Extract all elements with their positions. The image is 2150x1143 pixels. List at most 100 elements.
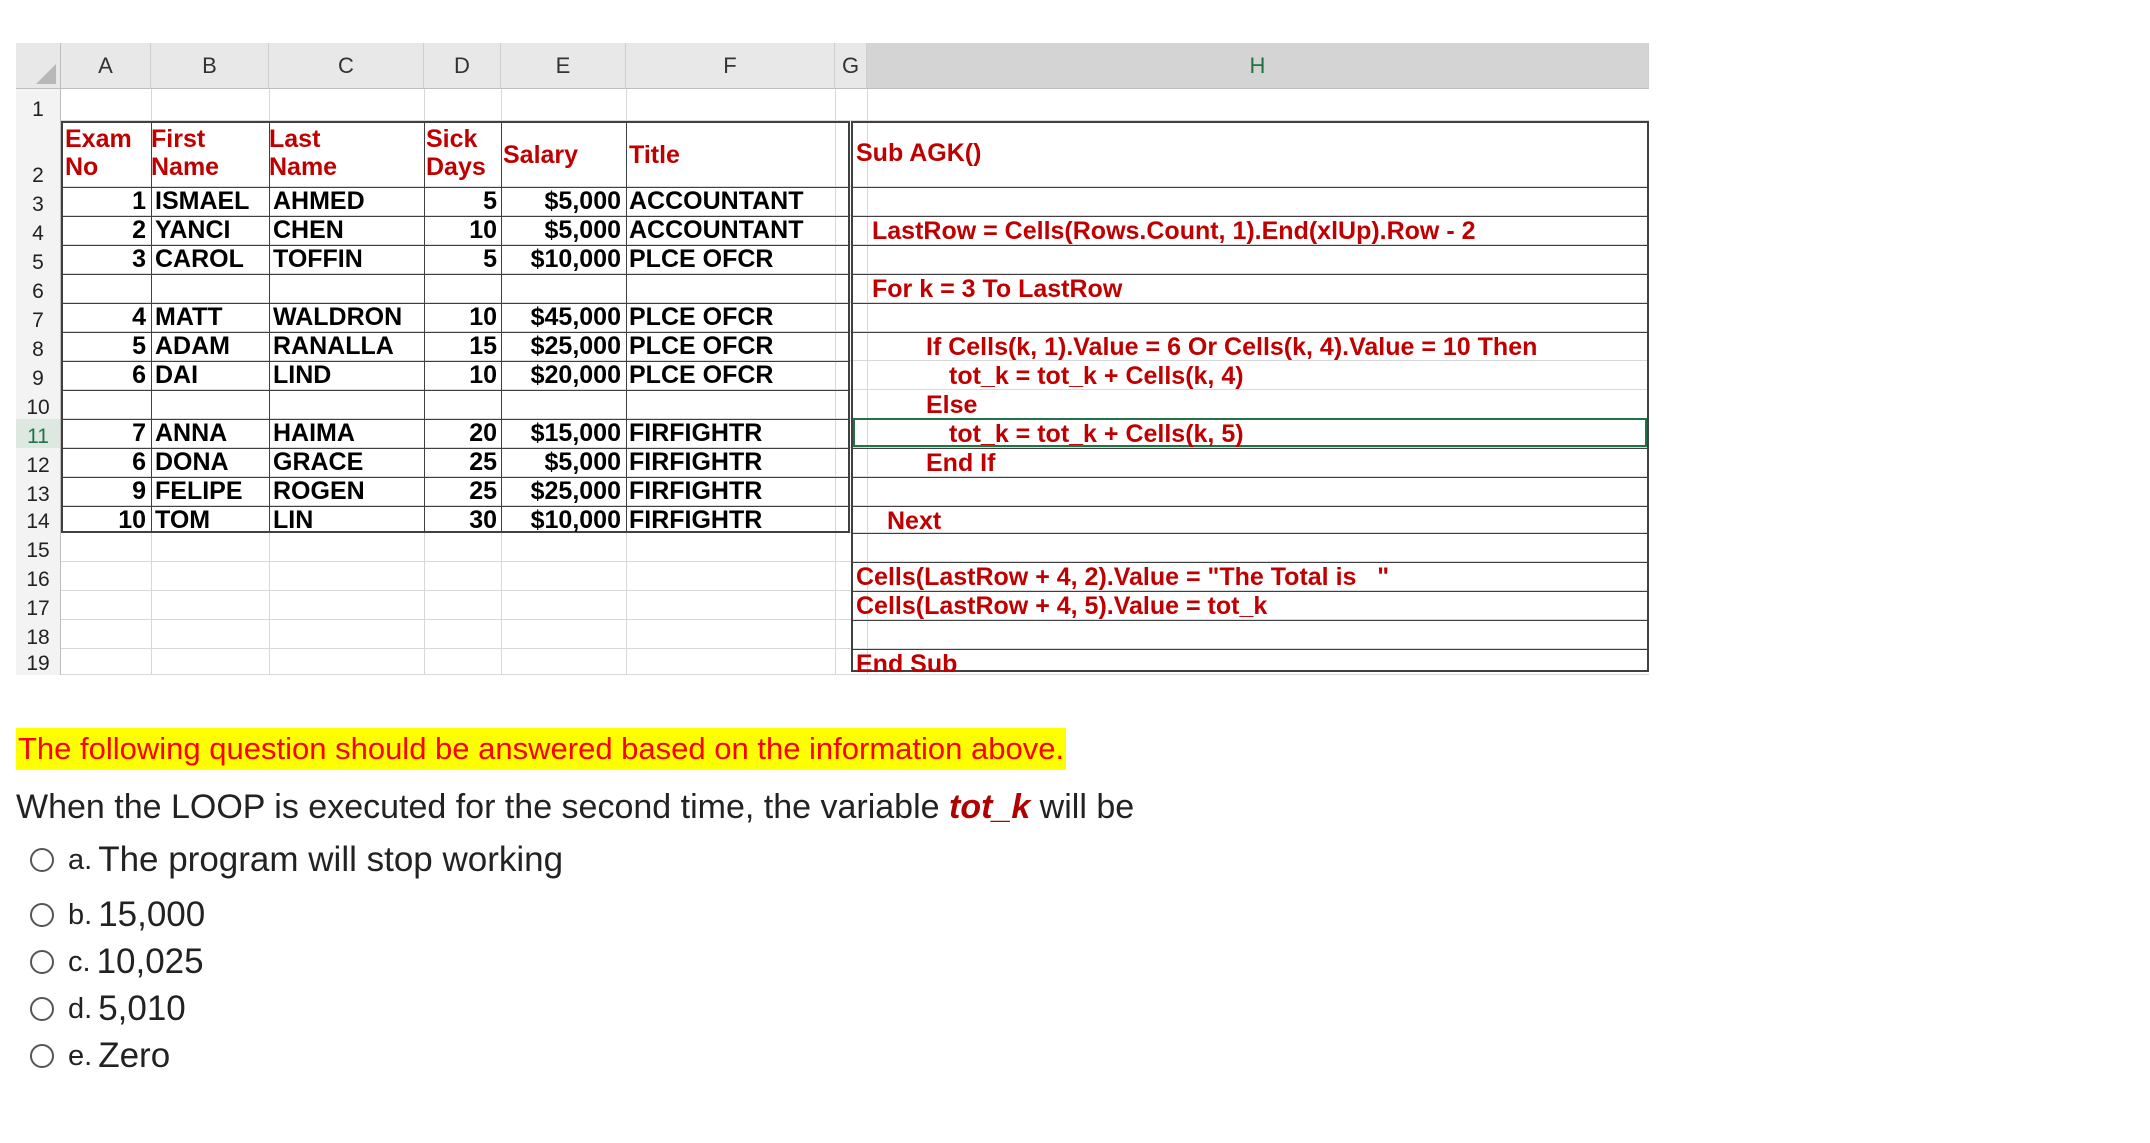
cell-first-name: DONA <box>155 448 229 476</box>
table-col-line <box>151 121 152 533</box>
row-header-2[interactable]: 2 <box>16 121 61 187</box>
cell-salary: $25,000 <box>530 477 621 505</box>
code-row-line <box>851 303 1649 304</box>
cell-sick-days: 10 <box>469 303 497 331</box>
cell-exam-no: 6 <box>132 448 146 476</box>
column-header-c[interactable]: C <box>269 43 424 89</box>
row-header-10[interactable]: 10 <box>16 390 61 419</box>
column-header-a[interactable]: A <box>61 43 151 89</box>
radio-button-e[interactable] <box>30 1044 54 1068</box>
table-col-line <box>626 121 627 533</box>
cell-salary: $25,000 <box>530 332 621 360</box>
cell-exam-no: 6 <box>132 361 146 389</box>
cell-salary: $10,000 <box>530 245 621 273</box>
row-header-15[interactable]: 15 <box>16 533 61 562</box>
row-header-19[interactable]: 19 <box>16 649 61 675</box>
radio-button-d[interactable] <box>30 997 54 1021</box>
radio-button-c[interactable] <box>30 950 54 974</box>
column-header-g[interactable]: G <box>835 43 867 89</box>
option-text: Zero <box>98 1036 171 1075</box>
cell-salary: $10,000 <box>530 506 621 534</box>
cell-sick-days: 20 <box>469 419 497 447</box>
row-header-16[interactable]: 16 <box>16 562 61 591</box>
column-header-e[interactable]: E <box>501 43 626 89</box>
cell-exam-no: 2 <box>132 216 146 244</box>
code-row-line <box>851 533 1649 534</box>
select-all-corner <box>16 43 61 89</box>
cell-title: PLCE OFCR <box>629 361 774 389</box>
table-col-line <box>269 121 270 533</box>
cell-last-name: RANALLA <box>273 332 394 360</box>
option-b[interactable]: b. 15,000 <box>30 893 205 937</box>
cell-sick-days: 25 <box>469 477 497 505</box>
header-first-name: First Name <box>151 125 220 181</box>
code-line: For k = 3 To LastRow <box>872 275 1123 303</box>
cell-salary: $20,000 <box>530 361 621 389</box>
cell-title: PLCE OFCR <box>629 303 774 331</box>
column-header-d[interactable]: D <box>424 43 501 89</box>
option-e[interactable]: e. Zero <box>30 1034 170 1078</box>
row-header-1[interactable]: 1 <box>16 89 61 121</box>
cell-exam-no: 4 <box>132 303 146 331</box>
cell-exam-no: 7 <box>132 419 146 447</box>
code-row-line <box>851 506 1649 507</box>
cell-exam-no: 9 <box>132 477 146 505</box>
option-text: The program will stop working <box>98 840 564 879</box>
cell-first-name: TOM <box>155 506 211 534</box>
cell-last-name: LIN <box>273 506 314 534</box>
cell-title: PLCE OFCR <box>629 245 774 273</box>
header-title: Title <box>629 141 680 169</box>
cell-sick-days: 25 <box>469 448 497 476</box>
code-line: Next <box>887 507 942 535</box>
row-header-17[interactable]: 17 <box>16 591 61 620</box>
column-header-h[interactable]: H <box>867 43 1649 89</box>
option-letter: e. <box>68 1039 93 1072</box>
radio-button-a[interactable] <box>30 848 54 872</box>
row-header-18[interactable]: 18 <box>16 620 61 649</box>
code-line: tot_k = tot_k + Cells(k, 5) <box>949 420 1244 448</box>
cell-title: FIRFIGHTR <box>629 506 763 534</box>
option-letter: a. <box>68 843 93 876</box>
code-row-line <box>851 649 1649 650</box>
cell-last-name: CHEN <box>273 216 344 244</box>
option-d[interactable]: d. 5,010 <box>30 987 186 1031</box>
code-line: If Cells(k, 1).Value = 6 Or Cells(k, 4).… <box>926 333 1538 361</box>
cell-first-name: ADAM <box>155 332 230 360</box>
cell-first-name: CAROL <box>155 245 244 273</box>
table-row-line <box>61 390 850 391</box>
cell-first-name: FELIPE <box>155 477 243 505</box>
cell-title: PLCE OFCR <box>629 332 774 360</box>
cell-last-name: AHMED <box>273 187 365 215</box>
column-header-b[interactable]: B <box>151 43 269 89</box>
option-letter: c. <box>68 945 91 978</box>
option-text: 15,000 <box>98 895 206 934</box>
cell-exam-no: 1 <box>132 187 146 215</box>
option-c[interactable]: c. 10,025 <box>30 940 204 984</box>
cell-first-name: ISMAEL <box>155 187 250 215</box>
cell-sick-days: 5 <box>483 187 497 215</box>
cell-salary: $15,000 <box>530 419 621 447</box>
spreadsheet-screenshot: ABCDEFGH 1 2 3 4 5 6 7 8 9 10 11 12 13 14 15 16 17 18 19 E… <box>16 43 1649 677</box>
cell-title: FIRFIGHTR <box>629 477 763 505</box>
cell-first-name: MATT <box>155 303 223 331</box>
code-line: Sub AGK() <box>856 139 982 167</box>
cell-salary: $5,000 <box>544 448 621 476</box>
radio-button-b[interactable] <box>30 903 54 927</box>
option-text: 5,010 <box>98 989 186 1028</box>
cell-last-name: LIND <box>273 361 332 389</box>
code-row-line <box>851 187 1649 188</box>
cell-sick-days: 10 <box>469 216 497 244</box>
cell-sick-days: 30 <box>469 506 497 534</box>
code-line: Cells(LastRow + 4, 5).Value = tot_k <box>856 592 1268 620</box>
cell-sick-days: 10 <box>469 361 497 389</box>
row-header-6[interactable]: 6 <box>16 274 61 303</box>
code-line: tot_k = tot_k + Cells(k, 4) <box>949 362 1244 390</box>
column-header-f[interactable]: F <box>626 43 835 89</box>
option-a[interactable]: a. The program will stop working <box>30 838 563 882</box>
cell-last-name: HAIMA <box>273 419 355 447</box>
cell-first-name: DAI <box>155 361 199 389</box>
cell-title: FIRFIGHTR <box>629 448 763 476</box>
cell-exam-no: 3 <box>132 245 146 273</box>
gridline-row-19 <box>61 674 1649 675</box>
code-row-line <box>851 620 1649 621</box>
